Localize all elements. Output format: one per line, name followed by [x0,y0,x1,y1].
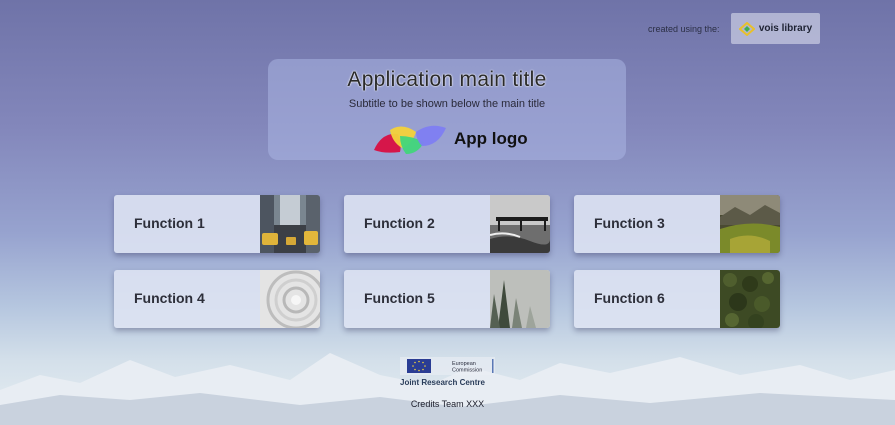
app-logo[interactable]: App logo [372,123,528,155]
function-label: Function 3 [594,215,665,231]
pier-image [490,195,550,253]
function-card-3[interactable]: Function 3 [574,195,780,253]
function-label: Function 4 [134,290,205,306]
function-card-5[interactable]: Function 5 [344,270,550,328]
function-label: Function 1 [134,215,205,231]
ec-line2: Commission [452,368,482,374]
aerial-forest-image [720,270,780,328]
app-logo-icon [374,125,446,154]
vois-logo-icon [738,21,755,36]
created-using-label: created using the: [648,24,720,34]
function-card-4[interactable]: Function 4 [114,270,320,328]
title-panel: Application main title Subtitle to be sh… [268,59,626,160]
jrc-label: Joint Research Centre [400,378,485,387]
function-card-2[interactable]: Function 2 [344,195,550,253]
function-label: Function 2 [364,215,435,231]
function-label: Function 5 [364,290,435,306]
credits-text: Credits Team XXX [410,399,485,409]
vois-library-link[interactable]: vois library [731,13,820,44]
function-label: Function 6 [594,290,665,306]
page-title: Application main title [347,68,547,91]
spiral-architecture-image [260,270,320,328]
app-logo-label: App logo [454,129,528,148]
page-subtitle: Subtitle to be shown below the main titl… [348,98,546,110]
vois-library-label: vois library [758,23,813,34]
function-card-1[interactable]: Function 1 [114,195,320,253]
function-card-6[interactable]: Function 6 [574,270,780,328]
city-street-image [260,195,320,253]
misty-forest-image [490,270,550,328]
ec-line1: European [452,361,476,367]
valley-image [720,195,780,253]
jrc-logo: European Commission Joint Research Centr… [400,357,495,387]
